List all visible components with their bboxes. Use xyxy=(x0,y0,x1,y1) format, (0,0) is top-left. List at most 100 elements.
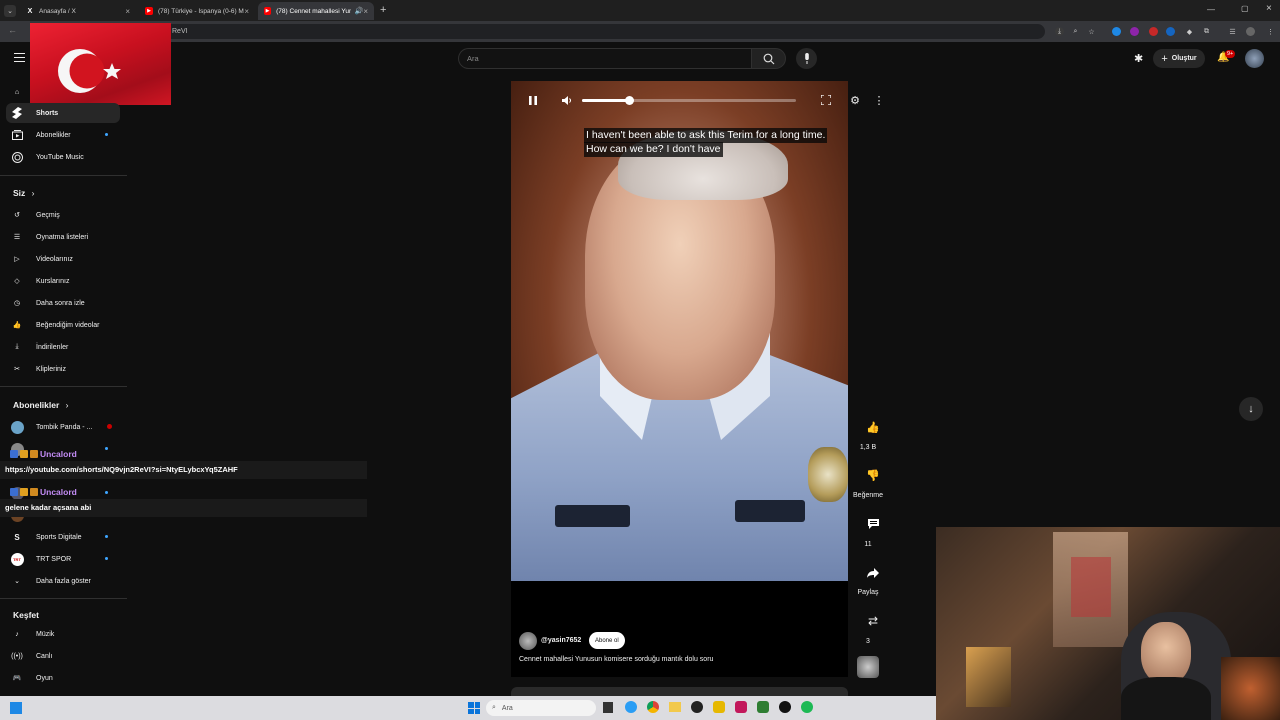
video-caption-line-1: I haven't been able to ask this Terim fo… xyxy=(584,128,828,143)
tab-cennet-mahallesi[interactable]: ▶ (78) Cennet mahallesi Yunus 🔊 × xyxy=(258,2,374,20)
next-short-button[interactable]: ↓ xyxy=(1239,397,1263,421)
new-tab-button[interactable]: + xyxy=(380,4,386,16)
police-badge-icon xyxy=(808,447,848,502)
chevron-down-icon: ⌄ xyxy=(14,578,20,585)
bookmark-star-icon[interactable]: ☆ xyxy=(1087,27,1096,36)
close-icon[interactable]: × xyxy=(125,7,130,16)
new-content-dot xyxy=(105,535,108,538)
tab-turkiye-ispanya[interactable]: ▶ (78) Türkiye - İspanya (0-6) Maç × xyxy=(139,2,255,20)
sidebar-item-shorts[interactable]: Shorts xyxy=(6,103,120,123)
remix-button[interactable]: ⇄ xyxy=(865,613,881,629)
task-view-icon[interactable] xyxy=(603,702,613,713)
tab-search-icon[interactable]: ⌄ xyxy=(4,5,16,17)
subscribe-button[interactable]: Abone ol xyxy=(589,632,625,649)
sidebar-item-youtube-music[interactable]: YouTube Music xyxy=(6,147,120,167)
comments-button[interactable] xyxy=(865,516,881,532)
spotify-icon[interactable] xyxy=(801,701,813,713)
close-icon[interactable]: × xyxy=(244,7,249,16)
search-icon: ⌕ xyxy=(492,704,496,711)
voice-search-button[interactable] xyxy=(796,48,817,69)
download-icon: ⤓ xyxy=(15,343,19,350)
create-studio-icon[interactable]: ✱ xyxy=(1134,52,1143,65)
app-icon[interactable] xyxy=(779,701,791,713)
app-icon[interactable] xyxy=(757,701,769,713)
fullscreen-button[interactable] xyxy=(818,92,834,108)
sidebar-item-courses[interactable]: ◇ Kurslarınız xyxy=(6,271,120,291)
volume-slider[interactable] xyxy=(582,96,796,105)
sidebar-channel-sports-digitale[interactable]: S Sports Digitale xyxy=(6,527,120,547)
x-logo-icon: X xyxy=(27,7,33,15)
youtube-icon: ▶ xyxy=(145,7,153,15)
share-button[interactable] xyxy=(865,565,881,581)
chrome-icon[interactable] xyxy=(647,701,659,713)
url-field[interactable]: ReVI xyxy=(60,24,1045,39)
create-button[interactable]: + Oluştur xyxy=(1153,49,1205,68)
minimize-button[interactable]: — xyxy=(1207,5,1215,14)
hamburger-menu-icon[interactable] xyxy=(14,53,25,62)
turkish-flag-overlay xyxy=(30,23,171,105)
gear-icon: ⚙ xyxy=(850,94,860,107)
taskbar-search-input[interactable]: ⌕ Ara xyxy=(486,700,596,716)
like-button[interactable]: 👍 xyxy=(865,419,881,435)
edge-icon[interactable] xyxy=(625,701,637,713)
volume-button[interactable] xyxy=(559,92,575,108)
volume-slider-knob[interactable] xyxy=(624,96,634,105)
browser-menu-icon[interactable]: ⋮ xyxy=(1266,27,1275,36)
sidebar-item-live[interactable]: ((•)) Canlı xyxy=(6,646,120,666)
file-explorer-icon[interactable] xyxy=(669,702,681,712)
search-button[interactable] xyxy=(751,48,786,69)
audio-playing-icon[interactable]: 🔊 xyxy=(355,7,364,15)
app-icon[interactable] xyxy=(691,701,703,713)
sidebar-item-gaming[interactable]: 🎮 Oyun xyxy=(6,668,120,688)
app-icon[interactable] xyxy=(713,701,725,713)
video-frame-pocket xyxy=(735,500,805,522)
sidebar-item-playlists[interactable]: ☰ Oynatma listeleri xyxy=(6,227,120,247)
sidebar-channel-tombik-panda[interactable]: Tombik Panda - ... xyxy=(6,417,120,437)
sidebar-item-subscriptions[interactable]: Abonelikler xyxy=(6,125,120,145)
profile-avatar[interactable] xyxy=(1246,27,1255,36)
next-short-preview[interactable] xyxy=(511,687,848,696)
close-window-button[interactable]: × xyxy=(1266,3,1272,14)
channel-handle[interactable]: @yasin7652 xyxy=(541,637,581,644)
extensions-puzzle-icon[interactable]: ⧉ xyxy=(1202,27,1211,36)
sidebar-item-clips[interactable]: ✂ Klipleriniz xyxy=(6,359,120,379)
settings-button[interactable]: ⚙ xyxy=(847,92,863,108)
windows-start-icon[interactable] xyxy=(10,702,22,714)
tab-twitter[interactable]: X Anasayfa / X × xyxy=(20,2,136,20)
sidebar-channel-trt-spor[interactable]: TRT TRT SPOR xyxy=(6,549,120,569)
sidebar-item-liked-videos[interactable]: 👍 Beğendiğim videolar xyxy=(6,315,120,335)
extension-icon[interactable] xyxy=(1149,27,1158,36)
sidebar-item-watch-later[interactable]: ◷ Daha sonra izle xyxy=(6,293,120,313)
back-icon[interactable]: ← xyxy=(8,25,17,35)
extension-icon[interactable] xyxy=(1166,27,1175,36)
maximize-button[interactable]: ▢ xyxy=(1241,4,1249,13)
sidebar-show-more[interactable]: ⌄ Daha fazla göster xyxy=(6,571,120,591)
sidebar-divider xyxy=(0,175,127,176)
sidebar-item-downloads[interactable]: ⤓ İndirilenler xyxy=(6,337,120,357)
extension-icon[interactable] xyxy=(1112,27,1121,36)
channel-avatar[interactable] xyxy=(519,632,537,650)
webcam-person-face xyxy=(1141,622,1191,684)
your-videos-icon: ▷ xyxy=(14,256,20,263)
section-title-you[interactable]: Siz › xyxy=(13,188,35,198)
close-icon[interactable]: × xyxy=(363,7,368,16)
windows-logo-icon[interactable] xyxy=(468,702,480,714)
sound-thumbnail[interactable] xyxy=(857,656,879,678)
sidebar-item-history[interactable]: ↺ Geçmiş xyxy=(6,205,120,225)
app-icon[interactable] xyxy=(735,701,747,713)
browser-tab-bar: ⌄ X Anasayfa / X × ▶ (78) Türkiye - İspa… xyxy=(0,0,1280,21)
tab-strip-icon[interactable]: ☰ xyxy=(1228,27,1237,36)
account-avatar[interactable] xyxy=(1245,49,1264,68)
zoom-icon[interactable]: ⌕ xyxy=(1071,27,1080,36)
install-icon[interactable]: ⤓ xyxy=(1055,27,1064,36)
more-options-button[interactable]: ⋮ xyxy=(871,92,887,108)
sidebar-item-music[interactable]: ♪ Müzik xyxy=(6,624,120,644)
pause-button[interactable] xyxy=(525,92,541,108)
section-title-subscriptions[interactable]: Abonelikler › xyxy=(13,400,69,410)
extension-icon[interactable] xyxy=(1130,27,1139,36)
sidebar-item-your-videos[interactable]: ▷ Videolarınız xyxy=(6,249,120,269)
search-input[interactable]: Ara xyxy=(458,48,751,69)
dislike-button[interactable]: 👎 xyxy=(865,467,881,483)
extension-icon[interactable]: ◆ xyxy=(1185,27,1194,36)
remix-icon: ⇄ xyxy=(867,614,879,628)
